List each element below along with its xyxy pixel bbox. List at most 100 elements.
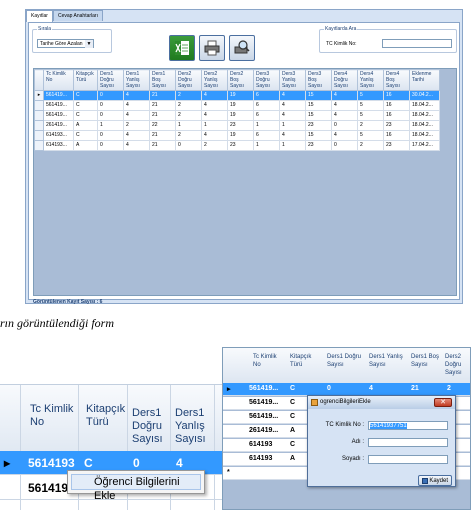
row-header[interactable] — [34, 100, 44, 111]
cell[interactable]: 30.04.2... — [409, 90, 440, 101]
cell[interactable]: 15 — [305, 90, 332, 101]
cell[interactable]: 4 — [123, 110, 150, 121]
cell[interactable]: 23 — [383, 140, 410, 151]
cell[interactable]: 18.04.2... — [409, 120, 440, 131]
cell[interactable]: 6 — [253, 90, 280, 101]
col-header[interactable]: Ders3 Doğru Sayısı — [253, 69, 280, 91]
cell[interactable]: 4 — [331, 90, 358, 101]
cell[interactable]: 561419... — [43, 100, 74, 111]
cell[interactable]: 1 — [253, 120, 280, 131]
cell[interactable]: 0 — [331, 120, 358, 131]
cell[interactable]: 21 — [149, 90, 176, 101]
sort-combo[interactable]: Tarihe Göre Azalan ▼ — [37, 39, 94, 48]
cell[interactable]: 1 — [253, 140, 280, 151]
cell[interactable]: 16 — [383, 100, 410, 111]
cell[interactable]: 4 — [201, 110, 228, 121]
table-row[interactable]: 614193... A 0 4 21 0 2 23 1 1 23 0 2 23 17.04.2... — [34, 140, 440, 151]
cell[interactable]: 5 — [357, 100, 384, 111]
cell[interactable]: 5 — [357, 90, 384, 101]
cell[interactable]: 4 — [123, 90, 150, 101]
col-header[interactable]: Ders2 Yanlış Sayısı — [201, 69, 228, 91]
tc-field[interactable]: 56141937751 — [368, 421, 448, 430]
cell[interactable]: 2 — [123, 120, 150, 131]
cell[interactable]: C — [73, 90, 98, 101]
cell[interactable]: 23 — [305, 120, 332, 131]
row-header[interactable] — [34, 120, 44, 131]
cell[interactable]: 5 — [357, 110, 384, 121]
cell[interactable]: 15 — [305, 130, 332, 141]
cell[interactable]: 6 — [253, 130, 280, 141]
cell[interactable]: 2 — [175, 130, 202, 141]
col-header[interactable]: Ders2 Doğru Sayısı — [175, 69, 202, 91]
close-button[interactable]: ✕ — [434, 398, 452, 407]
cell[interactable]: 0 — [97, 90, 124, 101]
tc-search-input[interactable] — [382, 39, 452, 48]
row-header[interactable]: ▸ — [34, 90, 44, 101]
cell[interactable]: 1 — [175, 120, 202, 131]
export-excel-button[interactable] — [169, 35, 195, 61]
cell[interactable]: 0 — [97, 110, 124, 121]
cell[interactable]: 4 — [123, 100, 150, 111]
name-field[interactable] — [368, 438, 448, 447]
cell[interactable]: 0 — [331, 140, 358, 151]
col-header[interactable]: Ders1 Boş Sayısı — [149, 69, 176, 91]
cell[interactable]: C — [73, 130, 98, 141]
print-preview-button[interactable] — [229, 35, 255, 61]
context-menu-item-add-student[interactable]: Öğrenci Bilgilerini Ekle — [71, 474, 201, 502]
cell[interactable]: 23 — [383, 120, 410, 131]
cell[interactable]: A — [73, 120, 98, 131]
print-button[interactable] — [199, 35, 225, 61]
records-grid[interactable]: Tc Kimlik No Kitapçık Türü Ders1 Doğru S… — [33, 68, 457, 296]
cell[interactable]: 22 — [149, 120, 176, 131]
cell[interactable]: 2 — [201, 140, 228, 151]
cell[interactable]: 2 — [357, 120, 384, 131]
col-header[interactable]: Ders4 Yanlış Sayısı — [357, 69, 384, 91]
cell[interactable]: 21 — [149, 130, 176, 141]
cell[interactable]: 15 — [305, 110, 332, 121]
table-row[interactable]: 261419... A 1 2 22 1 1 23 1 1 23 0 2 23 18.04.2... — [34, 120, 440, 131]
cell[interactable]: 614193... — [43, 140, 74, 151]
cell[interactable]: 561419... — [43, 90, 74, 101]
col-header[interactable]: Ders3 Yanlış Sayısı — [279, 69, 306, 91]
cell[interactable]: 4 — [123, 140, 150, 151]
row-header[interactable] — [34, 140, 44, 151]
tab-cevap-anahtarlari[interactable]: Cevap Anahtarları — [52, 10, 103, 21]
row-header[interactable] — [34, 110, 44, 121]
col-header[interactable]: Ders4 Boş Sayısı — [383, 69, 410, 91]
cell[interactable]: 1 — [279, 120, 306, 131]
cell[interactable]: 0 — [175, 140, 202, 151]
cell[interactable]: 18.04.2... — [409, 130, 440, 141]
cell[interactable]: 4 — [279, 110, 306, 121]
cell[interactable]: 0 — [97, 140, 124, 151]
cell[interactable]: 17.04.2... — [409, 140, 440, 151]
col-header[interactable]: Eklenme Tarihi — [409, 69, 440, 91]
cell[interactable]: 614193... — [43, 130, 74, 141]
cell[interactable]: 261419... — [43, 120, 74, 131]
col-header[interactable]: Tc Kimlik No — [43, 69, 74, 91]
col-header[interactable]: Ders2 Boş Sayısı — [227, 69, 254, 91]
cell[interactable]: 19 — [227, 130, 254, 141]
cell[interactable]: C — [73, 110, 98, 121]
cell[interactable]: 1 — [201, 120, 228, 131]
cell[interactable]: 21 — [149, 100, 176, 111]
cell[interactable]: 23 — [227, 120, 254, 131]
cell[interactable]: 18.04.2... — [409, 110, 440, 121]
cell[interactable]: 2 — [175, 90, 202, 101]
cell[interactable]: A — [73, 140, 98, 151]
surname-field[interactable] — [368, 455, 448, 464]
cell[interactable]: 2 — [357, 140, 384, 151]
cell[interactable]: 0 — [97, 130, 124, 141]
cell[interactable]: 19 — [227, 110, 254, 121]
cell[interactable]: 0 — [97, 100, 124, 111]
col-header[interactable]: Ders4 Doğru Sayısı — [331, 69, 358, 91]
col-header[interactable]: Ders1 Yanlış Sayısı — [123, 69, 150, 91]
cell[interactable]: 4 — [201, 90, 228, 101]
col-header[interactable]: Ders3 Boş Sayısı — [305, 69, 332, 91]
table-row[interactable]: 561419... C 0 4 21 2 4 19 6 4 15 4 5 16 18.04.2... — [34, 100, 440, 111]
cell[interactable]: 4 — [123, 130, 150, 141]
cell[interactable]: 18.04.2... — [409, 100, 440, 111]
cell[interactable]: 4 — [279, 130, 306, 141]
cell[interactable]: 16 — [383, 90, 410, 101]
cell[interactable]: 4 — [201, 100, 228, 111]
table-row[interactable]: ▸ 561419... C 0 4 21 2 4 19 6 4 15 4 5 16 30.04.2... — [34, 90, 440, 101]
